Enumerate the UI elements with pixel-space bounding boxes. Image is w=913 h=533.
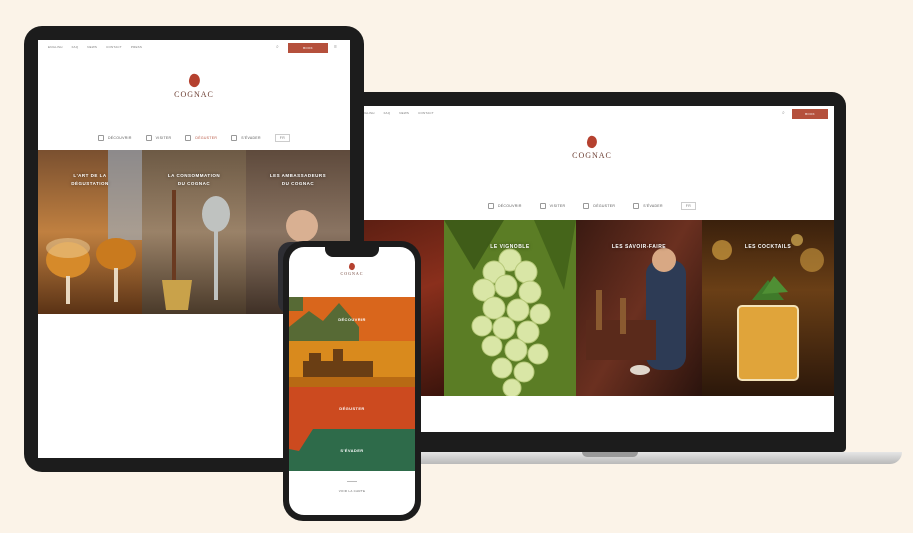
visiter-illustration: [289, 349, 415, 387]
topbar-link[interactable]: NEWS: [87, 45, 97, 49]
panel-label: S'ÉVADER: [340, 448, 364, 453]
glass-icon: [583, 203, 590, 209]
phone-notch: [325, 247, 379, 257]
panel-deguster[interactable]: DÉGUSTER: [289, 387, 415, 429]
tile-degustation[interactable]: L'ART DE LA DÉGUSTATION: [38, 150, 142, 314]
site-logo[interactable]: COGNAC: [562, 134, 622, 160]
site-logo[interactable]: COGNAC: [332, 262, 372, 276]
tile-title: LA CONSOMMATION DU COGNAC: [167, 173, 221, 186]
topbar-link[interactable]: FAQ: [72, 45, 79, 49]
compass-icon: [97, 135, 104, 141]
logo-mark-icon: [347, 262, 357, 271]
nav-item-visiter[interactable]: VISITER: [145, 135, 172, 141]
phone-frame: COGNAC DÉCOUVRIR DÉGUSTER S'ÉVADER VOIR …: [283, 241, 421, 521]
devices-mockup: ENGLISH FAQ NEWS CONTACT ⌕ BOOK COGNAC D…: [0, 0, 913, 533]
laptop-main-nav: DÉCOUVRIR VISITER DÉGUSTER S'ÉVADER FR: [350, 202, 834, 210]
leaf-icon: [231, 135, 238, 141]
laptop-topbar-links: ENGLISH FAQ NEWS CONTACT: [360, 111, 442, 115]
nav-item-visiter[interactable]: VISITER: [539, 203, 566, 209]
tile-title: LES COCKTAILS: [744, 244, 792, 250]
map-icon: [145, 135, 152, 141]
tile-title: LES SAVOIR-FAIRE: [611, 244, 667, 250]
nav-item-deguster[interactable]: DÉGUSTER: [185, 135, 217, 141]
logo-wordmark: COGNAC: [174, 90, 214, 99]
panel-label: DÉGUSTER: [339, 406, 365, 411]
nav-item-evader[interactable]: S'ÉVADER: [231, 135, 261, 141]
compass-icon: [487, 203, 494, 209]
tile-title: LES AMBASSADEURS DU COGNAC: [269, 173, 327, 186]
book-button[interactable]: BOOK: [288, 43, 328, 53]
search-icon[interactable]: ⌕: [782, 110, 785, 116]
nav-item-deguster[interactable]: DÉGUSTER: [583, 203, 615, 209]
laptop-screen: ENGLISH FAQ NEWS CONTACT ⌕ BOOK COGNAC D…: [350, 106, 834, 432]
menu-icon[interactable]: ≡: [334, 44, 337, 50]
tile-consommation[interactable]: LA CONSOMMATION DU COGNAC: [142, 150, 246, 314]
logo-mark-icon: [186, 72, 202, 89]
tile-title: LE VIGNOBLE: [490, 244, 530, 250]
topbar-link[interactable]: ENGLISH: [48, 45, 63, 49]
search-icon[interactable]: ⌕: [276, 44, 279, 50]
phone-screen: COGNAC DÉCOUVRIR DÉGUSTER S'ÉVADER VOIR …: [289, 247, 415, 515]
nav-item-evader[interactable]: S'ÉVADER: [633, 203, 663, 209]
logo-mark-icon: [585, 134, 599, 150]
site-logo[interactable]: COGNAC: [164, 72, 224, 99]
tablet-main-nav: DÉCOUVRIR VISITER DÉGUSTER S'ÉVADER FR: [38, 134, 350, 142]
panel-evader[interactable]: S'ÉVADER: [289, 429, 415, 471]
divider: [347, 481, 357, 482]
topbar-link[interactable]: CONTACT: [418, 111, 434, 115]
leaf-icon: [633, 203, 640, 209]
panel-decouvrir[interactable]: DÉCOUVRIR: [289, 297, 415, 341]
logo-wordmark: COGNAC: [340, 271, 364, 276]
tile-cocktails[interactable]: LES COCKTAILS: [702, 220, 834, 396]
logo-wordmark: COGNAC: [572, 151, 612, 160]
tile-title: L'ART DE LA DÉGUSTATION: [71, 173, 109, 186]
tile-savoir-faire[interactable]: LES SAVOIR-FAIRE: [576, 220, 702, 396]
tablet-topbar-links: ENGLISH FAQ NEWS CONTACT PRESS: [48, 45, 150, 49]
tile-vignoble[interactable]: LE VIGNOBLE: [444, 220, 576, 396]
glass-icon: [185, 135, 192, 141]
language-selector[interactable]: FR: [680, 202, 697, 210]
map-icon: [539, 203, 546, 209]
topbar-link[interactable]: NEWS: [399, 111, 409, 115]
topbar-link[interactable]: PRESS: [131, 45, 142, 49]
nav-item-decouvrir[interactable]: DÉCOUVRIR: [97, 135, 132, 141]
phone-footer-link[interactable]: VOIR LA CARTE: [289, 489, 415, 493]
topbar-link[interactable]: FAQ: [384, 111, 391, 115]
tablet-topbar: ENGLISH FAQ NEWS CONTACT PRESS ⌕ BOOK ≡: [38, 40, 350, 56]
panel-visiter[interactable]: [289, 341, 415, 387]
laptop-topbar: ENGLISH FAQ NEWS CONTACT ⌕ BOOK: [350, 106, 834, 122]
panel-label: DÉCOUVRIR: [338, 317, 366, 322]
nav-item-decouvrir[interactable]: DÉCOUVRIR: [487, 203, 522, 209]
book-button[interactable]: BOOK: [792, 109, 828, 119]
language-selector[interactable]: FR: [274, 134, 291, 142]
laptop-hinge: [582, 452, 638, 457]
topbar-link[interactable]: CONTACT: [106, 45, 122, 49]
